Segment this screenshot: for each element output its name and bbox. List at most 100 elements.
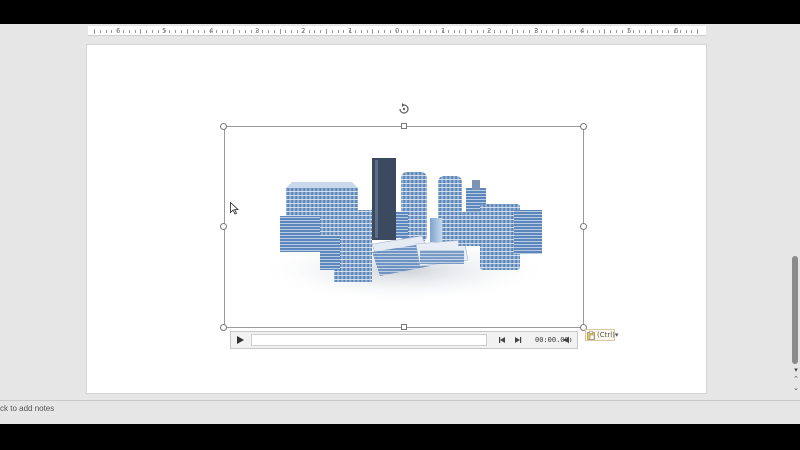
ruler-tick bbox=[227, 30, 229, 33]
ruler-tick bbox=[529, 30, 530, 33]
ruler-tick bbox=[123, 30, 124, 33]
ruler-tick bbox=[215, 30, 217, 33]
ruler-tick bbox=[494, 30, 496, 33]
ruler-tick bbox=[117, 30, 119, 33]
ruler-tick bbox=[384, 30, 385, 33]
ruler-tick bbox=[639, 30, 641, 33]
ruler-tick bbox=[204, 30, 206, 33]
scrollbar-thumb[interactable] bbox=[792, 256, 798, 364]
ruler-tick bbox=[94, 29, 95, 34]
ruler-tick bbox=[662, 30, 664, 33]
resize-handle-bottom-left[interactable] bbox=[220, 324, 227, 331]
forward-icon[interactable] bbox=[513, 335, 523, 345]
ruler-tick bbox=[563, 30, 565, 33]
ruler-tick bbox=[291, 30, 293, 33]
ruler-tick bbox=[111, 30, 113, 33]
ruler-tick bbox=[250, 30, 252, 33]
ruler-tick bbox=[668, 30, 670, 33]
ruler-tick bbox=[99, 30, 101, 33]
ruler-tick bbox=[314, 30, 316, 33]
ruler-tick bbox=[372, 29, 374, 34]
ruler-tick bbox=[616, 30, 617, 33]
ruler-tick bbox=[360, 30, 362, 33]
chevron-down-icon: ▾ bbox=[614, 331, 619, 339]
next-slide-icon[interactable]: ⌄ bbox=[792, 384, 800, 392]
ruler-tick bbox=[244, 30, 246, 33]
ruler-tick bbox=[697, 29, 699, 34]
ruler-tick bbox=[627, 30, 629, 33]
ruler-tick bbox=[343, 30, 345, 33]
paste-options-label: (Ctrl) bbox=[597, 331, 615, 339]
ruler-tick bbox=[453, 30, 455, 33]
resize-handle-right[interactable] bbox=[580, 223, 587, 230]
ruler-tick bbox=[645, 30, 646, 33]
ruler-tick bbox=[320, 30, 322, 33]
ruler-tick bbox=[447, 30, 449, 33]
ruler-tick bbox=[430, 30, 432, 33]
ruler-tick bbox=[331, 30, 333, 33]
ruler-tick bbox=[105, 30, 107, 33]
scroll-down-icon[interactable]: ▾ bbox=[792, 366, 800, 374]
ruler-tick bbox=[337, 30, 339, 33]
ruler-tick bbox=[604, 29, 606, 34]
resize-handle-top-left[interactable] bbox=[220, 123, 227, 130]
ruler-tick bbox=[210, 30, 211, 33]
ruler-tick bbox=[198, 30, 200, 33]
notes-divider[interactable] bbox=[0, 400, 800, 401]
ruler-tick bbox=[169, 30, 171, 33]
ruler-tick bbox=[621, 30, 623, 33]
media-timeline[interactable] bbox=[251, 334, 487, 346]
ruler-tick bbox=[633, 30, 635, 33]
ruler-tick bbox=[395, 30, 397, 33]
ruler-tick bbox=[152, 30, 153, 33]
ruler-tick bbox=[221, 30, 223, 33]
ruler-tick bbox=[442, 30, 443, 33]
resize-handle-top[interactable] bbox=[401, 123, 407, 129]
ruler-tick bbox=[523, 30, 525, 33]
play-icon[interactable] bbox=[233, 334, 247, 346]
ruler-tick bbox=[285, 30, 287, 33]
video-frame-image[interactable] bbox=[244, 140, 560, 316]
ruler-tick bbox=[163, 30, 165, 33]
ruler-tick bbox=[326, 29, 327, 34]
ruler-tick bbox=[534, 30, 536, 33]
horizontal-ruler[interactable]: 6 5 4 3 2 1 0 1 2 3 4 5 6 bbox=[88, 26, 706, 36]
ruler-tick bbox=[366, 30, 368, 33]
ruler-tick bbox=[262, 30, 264, 33]
ruler-tick bbox=[500, 30, 501, 33]
ruler-tick bbox=[186, 29, 188, 34]
volume-icon[interactable] bbox=[563, 335, 573, 345]
vertical-scrollbar[interactable] bbox=[790, 36, 800, 388]
ruler-tick bbox=[239, 30, 240, 33]
media-controls-bar: 00:00.00 bbox=[230, 331, 578, 349]
ruler-tick bbox=[128, 30, 130, 33]
ruler-tick bbox=[482, 30, 484, 33]
ruler-tick bbox=[413, 30, 414, 33]
ruler-tick bbox=[157, 30, 159, 33]
ruler-tick bbox=[511, 29, 513, 34]
ruler-tick bbox=[587, 30, 588, 33]
resize-handle-top-right[interactable] bbox=[580, 123, 587, 130]
rewind-icon[interactable] bbox=[497, 335, 507, 345]
ruler-tick bbox=[465, 29, 467, 34]
ruler-tick bbox=[650, 29, 652, 34]
ruler-tick bbox=[459, 30, 461, 33]
ruler-tick bbox=[233, 29, 235, 34]
ruler-tick bbox=[146, 30, 148, 33]
resize-handle-bottom[interactable] bbox=[401, 324, 407, 330]
ruler-tick bbox=[691, 30, 693, 33]
notes-placeholder[interactable]: ck to add notes bbox=[0, 404, 54, 414]
ruler-tick bbox=[598, 30, 600, 33]
ruler-tick bbox=[418, 29, 420, 34]
ruler-tick bbox=[401, 30, 403, 33]
ruler-tick bbox=[552, 30, 554, 33]
ruler-tick bbox=[302, 30, 304, 33]
ruler-tick bbox=[349, 30, 351, 33]
paste-options-button[interactable]: (Ctrl)▾ bbox=[585, 329, 618, 341]
ruler-tick bbox=[558, 29, 559, 34]
rotate-icon[interactable] bbox=[397, 102, 411, 116]
resize-handle-left[interactable] bbox=[220, 223, 227, 230]
ruler-tick bbox=[488, 30, 490, 33]
previous-slide-icon[interactable]: ⌃ bbox=[792, 375, 800, 383]
ruler-tick bbox=[134, 30, 136, 33]
